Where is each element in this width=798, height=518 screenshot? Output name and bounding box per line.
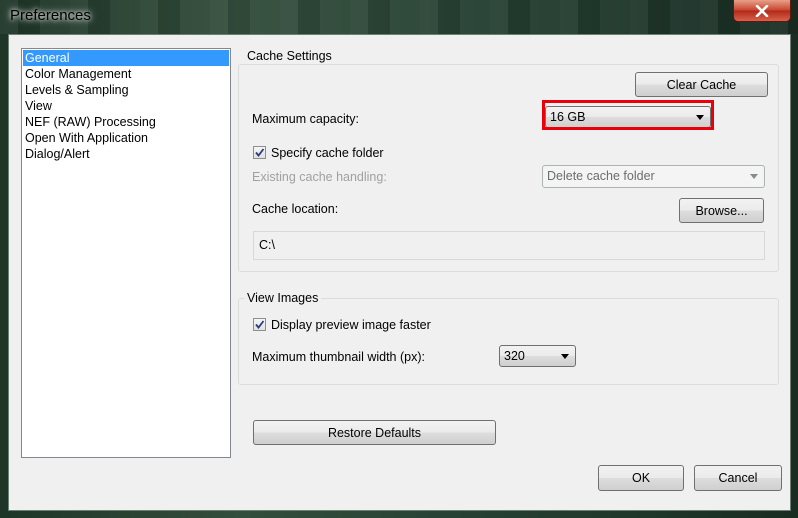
category-general[interactable]: General [23, 50, 229, 66]
close-button[interactable] [733, 0, 791, 22]
checkmark-icon [255, 320, 265, 329]
existing-cache-handling-label: Existing cache handling: [252, 170, 387, 184]
max-capacity-label: Maximum capacity: [252, 112, 359, 126]
category-dialog-alert[interactable]: Dialog/Alert [23, 146, 229, 162]
max-thumbnail-width-value: 320 [504, 349, 525, 363]
view-images-label: View Images [244, 291, 322, 305]
chevron-down-icon [561, 354, 569, 359]
category-levels-sampling[interactable]: Levels & Sampling [23, 82, 229, 98]
category-nef-processing[interactable]: NEF (RAW) Processing [23, 114, 229, 130]
display-preview-faster-label[interactable]: Display preview image faster [271, 318, 431, 332]
existing-cache-handling-value: Delete cache folder [547, 169, 655, 183]
category-color-management[interactable]: Color Management [23, 66, 229, 82]
max-capacity-dropdown[interactable]: 16 GB [545, 106, 711, 128]
cache-settings-label: Cache Settings [244, 49, 335, 63]
view-images-group [238, 298, 779, 385]
chevron-down-icon [750, 174, 758, 179]
title-bar[interactable] [0, 0, 798, 34]
restore-defaults-button[interactable]: Restore Defaults [253, 420, 496, 445]
category-list[interactable]: General Color Management Levels & Sampli… [21, 48, 231, 458]
existing-cache-handling-dropdown: Delete cache folder [542, 165, 765, 188]
clear-cache-button[interactable]: Clear Cache [635, 72, 768, 97]
category-open-with-application[interactable]: Open With Application [23, 130, 229, 146]
specify-cache-folder-label[interactable]: Specify cache folder [271, 146, 384, 160]
category-view[interactable]: View [23, 98, 229, 114]
cancel-button[interactable]: Cancel [694, 465, 782, 491]
close-icon [755, 4, 769, 17]
specify-cache-folder-checkbox[interactable] [253, 146, 266, 159]
window-title: Preferences [10, 7, 91, 24]
checkmark-icon [255, 148, 265, 157]
max-capacity-value: 16 GB [550, 110, 586, 124]
browse-button[interactable]: Browse... [679, 198, 764, 223]
cache-location-label: Cache location: [252, 202, 339, 216]
ok-button[interactable]: OK [598, 465, 684, 491]
cache-location-field[interactable]: C:\ [253, 231, 765, 260]
max-thumbnail-width-label: Maximum thumbnail width (px): [252, 350, 425, 364]
display-preview-faster-checkbox[interactable] [253, 318, 266, 331]
chevron-down-icon [696, 115, 704, 120]
max-thumbnail-width-dropdown[interactable]: 320 [499, 345, 576, 367]
